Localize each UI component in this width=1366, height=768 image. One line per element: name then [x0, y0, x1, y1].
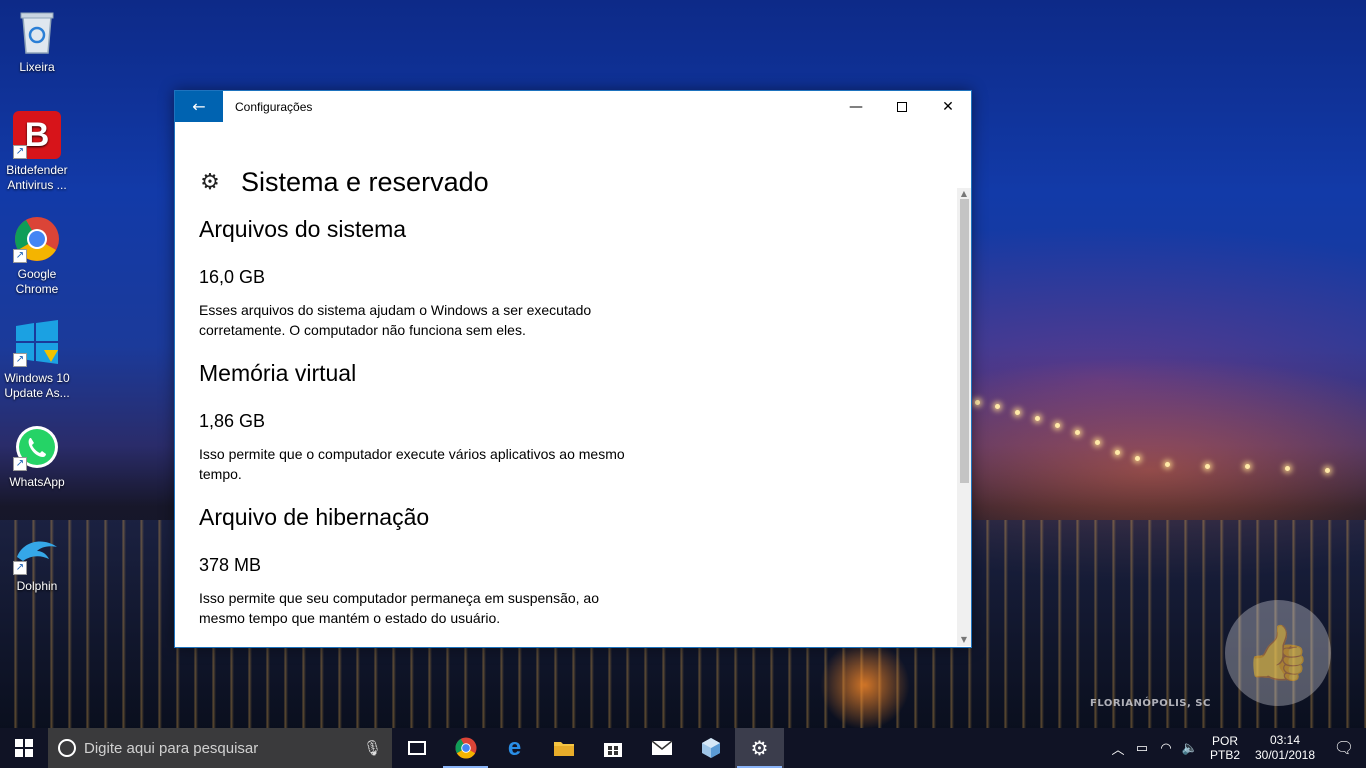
keyboard-layout: PTB2 [1209, 748, 1240, 762]
language-code: POR [1211, 734, 1238, 748]
watermark-thumb-logo: 👍 [1225, 600, 1331, 706]
desktop-icon-label: Windows 10 Update As... [4, 371, 70, 400]
shortcut-arrow-icon: ↗ [13, 561, 27, 575]
section-hibernation-file: Arquivo de hibernação 378 MB Isso permit… [199, 502, 957, 628]
minimize-button[interactable]: — [833, 91, 879, 122]
section-size: 16,0 GB [199, 267, 266, 287]
desktop-icon-windows-update[interactable]: ↗ Windows 10 Update As... [2, 319, 72, 401]
back-arrow-icon: ← [192, 97, 206, 116]
maximize-button[interactable] [879, 91, 925, 122]
task-view-icon [407, 741, 426, 755]
settings-content: Arquivos do sistema 16,0 GB Esses arquiv… [175, 214, 957, 646]
dolphin-icon: ↗ [13, 527, 61, 575]
taskbar-settings[interactable]: ⚙ [735, 728, 784, 768]
taskbar-mail[interactable] [637, 728, 686, 768]
bitdefender-icon: B ↗ [13, 111, 61, 159]
taskbar-search-box[interactable]: Digite aqui para pesquisar 🎙 [48, 728, 392, 768]
desktop-icon-bitdefender[interactable]: B ↗ Bitdefender Antivirus ... [2, 111, 72, 193]
back-button[interactable]: ← [175, 91, 223, 122]
desktop-icon-dolphin[interactable]: ↗ Dolphin [2, 527, 72, 594]
wallpaper-watermark: FLORIANÓPOLIS, SC [1090, 698, 1211, 709]
recycle-bin-icon [13, 8, 61, 56]
battery-icon[interactable]: ▭ [1130, 740, 1154, 756]
section-size: 1,86 GB [199, 411, 266, 431]
taskbar-chrome[interactable] [441, 728, 490, 768]
section-heading: Arquivos do sistema [199, 216, 407, 242]
settings-window: ← Configurações — ✕ ⚙ Sistema e reservad… [174, 90, 972, 648]
taskbar-app-cube[interactable] [686, 728, 735, 768]
show-hidden-icons-chevron-icon[interactable]: ︿ [1106, 739, 1130, 758]
desktop-icon-label: WhatsApp [9, 475, 65, 489]
section-description: Isso permite que o computador execute vá… [199, 446, 625, 482]
chrome-icon [454, 737, 477, 759]
whatsapp-icon: ↗ [13, 423, 61, 471]
start-button[interactable] [0, 728, 48, 768]
maximize-icon [897, 101, 907, 112]
window-titlebar[interactable]: ← Configurações — ✕ [175, 91, 971, 122]
desktop-icon-label: Google Chrome [15, 267, 59, 296]
desktop-icon-label: Bitdefender Antivirus ... [6, 163, 68, 192]
action-center-button[interactable]: 🗨 [1322, 738, 1366, 758]
gear-icon: ⚙ [750, 737, 769, 760]
microphone-icon[interactable]: 🎙 [363, 739, 382, 757]
windows-update-icon: ↗ [13, 319, 61, 367]
taskbar-store[interactable] [588, 728, 637, 768]
volume-icon[interactable]: 🔈 [1178, 740, 1202, 756]
scroll-down-icon[interactable]: ▼ [957, 634, 971, 646]
cube-icon [701, 738, 720, 758]
wallpaper-glow [820, 640, 910, 730]
section-heading: Memória virtual [199, 360, 357, 386]
section-size: 378 MB [199, 555, 262, 575]
shortcut-arrow-icon: ↗ [13, 249, 27, 263]
taskbar-file-explorer[interactable] [539, 728, 588, 768]
app-title: Configurações [235, 99, 313, 114]
task-view-button[interactable] [392, 728, 441, 768]
notification-icon: 🗨 [1333, 740, 1355, 757]
page-header: ⚙ Sistema e reservado [175, 122, 971, 214]
close-icon: ✕ [942, 98, 954, 115]
minimize-icon: — [849, 98, 863, 115]
close-button[interactable]: ✕ [925, 91, 971, 122]
section-description: Esses arquivos do sistema ajudam o Windo… [199, 302, 592, 338]
search-placeholder: Digite aqui para pesquisar [84, 739, 259, 757]
clock[interactable]: 03:14 30/01/2018 [1248, 733, 1322, 763]
scrollbar-thumb[interactable] [960, 199, 969, 483]
desktop-icon-recycle-bin[interactable]: Lixeira [2, 8, 72, 75]
clock-date: 30/01/2018 [1254, 748, 1316, 762]
shortcut-arrow-icon: ↗ [13, 145, 27, 159]
desktop-icon-whatsapp[interactable]: ↗ WhatsApp [2, 423, 72, 490]
section-heading: Arquivo de hibernação [199, 504, 430, 530]
chrome-icon: ↗ [13, 215, 61, 263]
windows-logo-icon [15, 739, 33, 757]
cortana-icon [58, 739, 76, 757]
desktop-icon-label: Lixeira [19, 60, 55, 74]
store-icon [603, 743, 622, 757]
clock-time: 03:14 [1269, 733, 1301, 747]
section-system-files: Arquivos do sistema 16,0 GB Esses arquiv… [199, 214, 957, 340]
page-title: Sistema e reservado [241, 166, 489, 197]
mail-icon [651, 740, 672, 755]
window-controls: — ✕ [833, 91, 971, 122]
taskbar-edge[interactable]: e [490, 728, 539, 768]
taskbar: Digite aqui para pesquisar 🎙 e ⚙ ︿ ▭ ◠ 🔈… [0, 728, 1366, 768]
shortcut-arrow-icon: ↗ [13, 457, 27, 471]
edge-icon: e [507, 734, 522, 761]
section-virtual-memory: Memória virtual 1,86 GB Isso permite que… [199, 358, 957, 484]
gear-icon: ⚙ [200, 169, 220, 195]
desktop-icon-label: Dolphin [16, 579, 58, 593]
language-indicator[interactable]: POR PTB2 [1206, 734, 1244, 762]
wifi-icon[interactable]: ◠ [1154, 740, 1178, 756]
system-tray: ︿ ▭ ◠ 🔈 POR PTB2 03:14 30/01/2018 🗨 [1106, 728, 1366, 768]
vertical-scrollbar[interactable]: ▲ ▼ [957, 188, 971, 646]
wallpaper-bridge-lights [975, 390, 1355, 530]
folder-icon [553, 742, 574, 756]
desktop-icon-google-chrome[interactable]: ↗ Google Chrome [2, 215, 72, 297]
shortcut-arrow-icon: ↗ [13, 353, 27, 367]
section-description: Isso permite que seu computador permaneç… [199, 590, 600, 626]
